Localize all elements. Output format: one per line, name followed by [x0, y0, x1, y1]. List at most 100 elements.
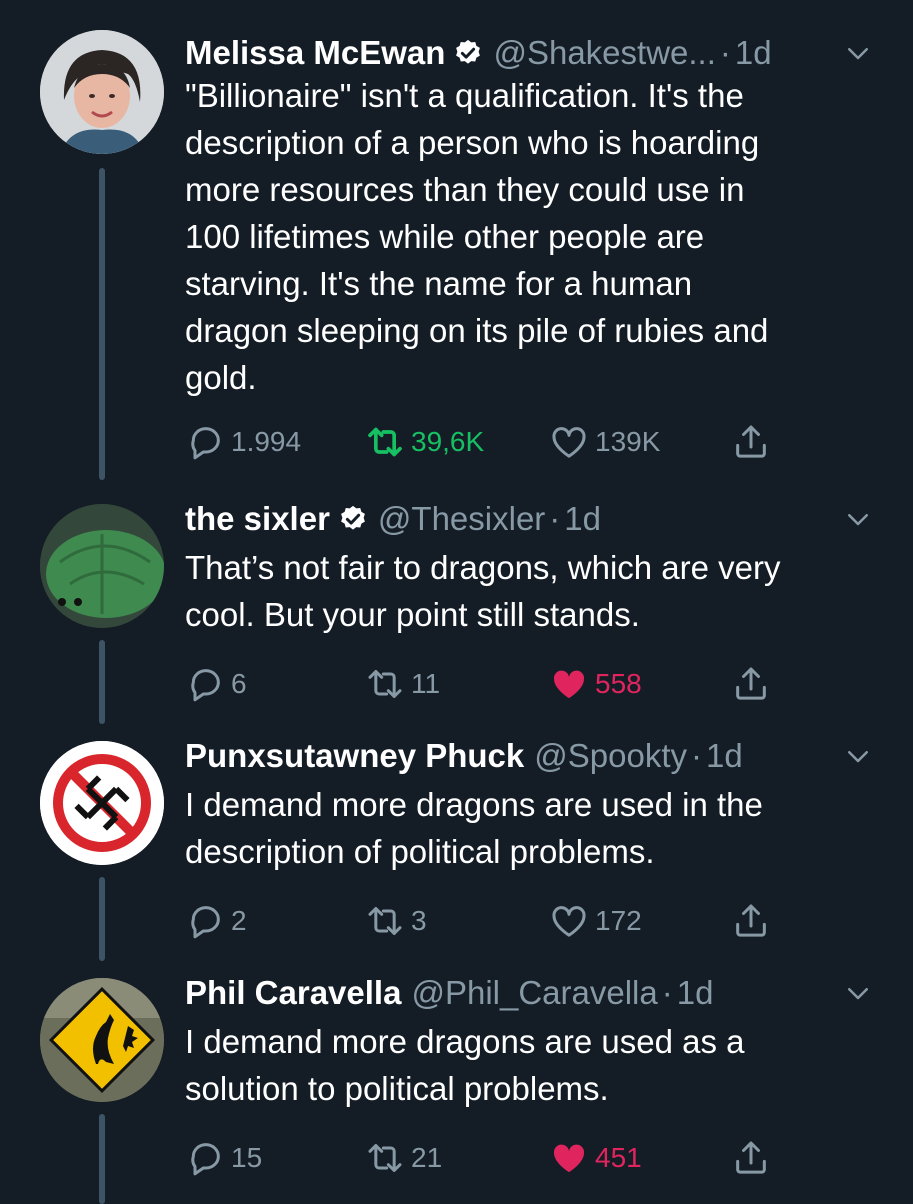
- tweet-text-line: I demand more dragons are used in the: [185, 786, 763, 823]
- tweet-header: Punxsutawney Phuck @Spookty · 1d: [185, 731, 873, 781]
- like-button[interactable]: 558: [549, 662, 642, 706]
- retweet-count: 11: [411, 668, 441, 699]
- separator-dot: ·: [661, 974, 673, 1011]
- verified-badge-icon: [341, 505, 365, 530]
- user-handle[interactable]: @Thesixler: [378, 500, 545, 538]
- retweet-button[interactable]: 3: [365, 899, 427, 943]
- avatar[interactable]: [40, 504, 164, 628]
- tweet-text-line: gold.: [185, 359, 257, 396]
- share-button[interactable]: [731, 662, 777, 706]
- like-count: 558: [595, 668, 642, 699]
- tweet[interactable]: Punxsutawney Phuck @Spookty · 1d I deman…: [0, 737, 913, 961]
- heart-filled-icon: [553, 1144, 585, 1173]
- chevron-down-icon[interactable]: [843, 504, 873, 534]
- avatar[interactable]: [40, 30, 164, 154]
- reply-icon: [191, 669, 220, 702]
- like-button[interactable]: 139K: [549, 420, 660, 464]
- share-button[interactable]: [731, 420, 777, 464]
- reply-icon: [191, 1143, 220, 1176]
- retweet-icon: [368, 907, 402, 935]
- tweet-text: I demand more dragons are used in the de…: [185, 781, 873, 875]
- avatar[interactable]: [40, 741, 164, 865]
- retweet-button[interactable]: 11: [365, 662, 440, 706]
- thread-line: [99, 168, 105, 480]
- retweet-count: 3: [411, 905, 427, 936]
- reply-count: 2: [231, 905, 247, 936]
- share-button[interactable]: [731, 899, 777, 943]
- tweet-text: "Billionaire" isn't a qualification. It'…: [185, 72, 873, 401]
- share-button[interactable]: [731, 1136, 777, 1180]
- like-count: 172: [595, 905, 642, 936]
- thread-line: [99, 877, 105, 961]
- reply-button[interactable]: 15: [185, 1136, 262, 1180]
- tweet-text-line: That’s not fair to dragons, which are ve…: [185, 549, 781, 586]
- retweet-button[interactable]: 21: [365, 1136, 442, 1180]
- reply-count: 15: [231, 1142, 263, 1173]
- turtle-avatar-icon: [40, 504, 164, 628]
- like-count: 451: [595, 1142, 642, 1173]
- like-button[interactable]: 451: [549, 1136, 642, 1180]
- display-name[interactable]: Melissa McEwan: [185, 34, 445, 72]
- retweet-button[interactable]: 39,6K: [365, 420, 484, 464]
- heart-outline-icon: [552, 906, 586, 937]
- separator-dot: ·: [549, 500, 561, 537]
- reply-button[interactable]: 1.994: [185, 420, 301, 464]
- heart-outline-icon: [552, 427, 586, 458]
- tweet-header: Phil Caravella @Phil_Caravella · 1d: [185, 968, 873, 1018]
- share-icon: [736, 1141, 766, 1174]
- kangaroo-sign-avatar-icon: [40, 978, 164, 1102]
- reply-button[interactable]: 6: [185, 662, 247, 706]
- timestamp[interactable]: 1d: [706, 737, 743, 775]
- separator-dot: ·: [691, 737, 703, 774]
- tweet-text-line: 100 lifetimes while other people are: [185, 218, 705, 255]
- share-icon: [736, 425, 766, 458]
- person-avatar-icon: [40, 30, 164, 154]
- retweet-count: 21: [411, 1142, 443, 1173]
- thread-line: [99, 640, 105, 724]
- user-handle[interactable]: @Spookty: [534, 737, 687, 775]
- tweet-text-line: I demand more dragons are used as a: [185, 1023, 745, 1060]
- avatar[interactable]: [40, 978, 164, 1102]
- reply-count: 6: [231, 668, 247, 699]
- like-button[interactable]: 172: [549, 899, 642, 943]
- chevron-down-icon[interactable]: [843, 978, 873, 1008]
- tweet-text-line: "Billionaire" isn't a qualification. It'…: [185, 77, 744, 114]
- share-icon: [736, 667, 766, 700]
- tweet[interactable]: the sixler @Thesixler · 1d That’s not fa…: [0, 500, 913, 724]
- retweet-icon: [368, 427, 402, 457]
- retweet-icon: [368, 670, 402, 698]
- reply-button[interactable]: 2: [185, 899, 247, 943]
- tweet-text-line: more resources than they could use in: [185, 171, 745, 208]
- tweet-text-line: solution to political problems.: [185, 1070, 609, 1107]
- display-name[interactable]: Phil Caravella: [185, 974, 401, 1012]
- user-handle[interactable]: @Shakestwe...: [493, 34, 715, 72]
- tweet[interactable]: Melissa McEwan @Shakestwe... · 1d "Billi…: [0, 28, 913, 480]
- reply-count: 1.994: [231, 426, 302, 457]
- chevron-down-icon[interactable]: [843, 38, 873, 68]
- tweet[interactable]: Phil Caravella @Phil_Caravella · 1d I de…: [0, 974, 913, 1204]
- tweet-actions: 15 21 451: [185, 1136, 873, 1180]
- display-name[interactable]: Punxsutawney Phuck: [185, 737, 524, 775]
- tweet-header: the sixler @Thesixler · 1d: [185, 494, 873, 544]
- share-icon: [736, 904, 766, 937]
- reply-icon: [191, 906, 220, 939]
- retweet-icon: [368, 1144, 402, 1172]
- user-handle[interactable]: @Phil_Caravella: [411, 974, 657, 1012]
- verified-badge-icon: [456, 39, 481, 64]
- timestamp[interactable]: 1d: [677, 974, 714, 1012]
- tweet-header: Melissa McEwan @Shakestwe... · 1d: [185, 28, 873, 78]
- timestamp[interactable]: 1d: [564, 500, 601, 538]
- tweet-actions: 1.994 39,6K 139K: [185, 420, 873, 464]
- timestamp[interactable]: 1d: [735, 34, 772, 72]
- tweet-text-line: dragon sleeping on its pile of rubies an…: [185, 312, 769, 349]
- chevron-down-icon[interactable]: [843, 741, 873, 771]
- tweet-text: I demand more dragons are used as a solu…: [185, 1018, 873, 1112]
- display-name[interactable]: the sixler: [185, 500, 330, 538]
- tweet-actions: 6 11 558: [185, 662, 873, 706]
- tweet-text-line: starving. It's the name for a human: [185, 265, 693, 302]
- retweet-count: 39,6K: [411, 426, 485, 457]
- reply-icon: [191, 427, 220, 460]
- tweet-actions: 2 3 172: [185, 899, 873, 943]
- tweet-text-line: description of a person who is hoarding: [185, 124, 760, 161]
- tweet-text-line: cool. But your point still stands.: [185, 596, 640, 633]
